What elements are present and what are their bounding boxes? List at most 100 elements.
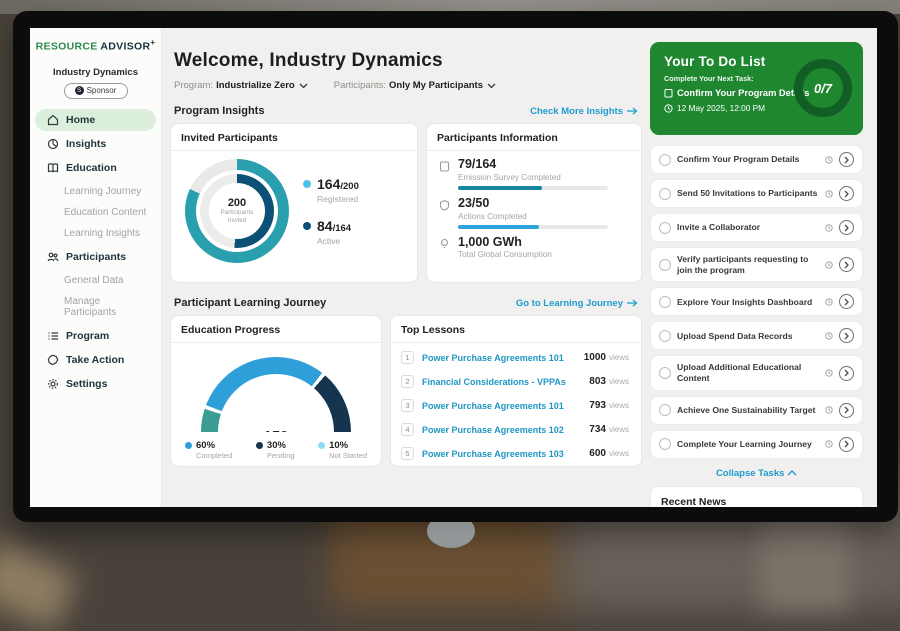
go-to-learning-journey-link[interactable]: Go to Learning Journey: [516, 298, 638, 309]
sidebar: RESOURCE ADVISOR+ Industry Dynamics S Sp…: [30, 28, 162, 507]
sidebar-item-insights[interactable]: Insights: [35, 133, 156, 155]
check-more-insights-link[interactable]: Check More Insights: [530, 106, 638, 117]
lesson-link[interactable]: Power Purchase Agreements 102: [422, 425, 589, 435]
program-filter-label: Program:: [174, 80, 213, 91]
lesson-row: 5 Power Purchase Agreements 103 600 view…: [391, 439, 641, 463]
sidebar-item-learning-journey[interactable]: Learning Journey: [30, 181, 161, 202]
gauge-legend: 60% Completed 30% Pending 10% Not Starte…: [171, 432, 381, 460]
lightbulb-icon: [439, 238, 450, 260]
sidebar-item-education-content[interactable]: Education Content: [30, 202, 161, 223]
card-title: Invited Participants: [171, 124, 417, 151]
section-title-learning-journey: Participant Learning Journey: [174, 297, 326, 309]
legend-dot: [303, 222, 311, 230]
monitor-frame: RESOURCE ADVISOR+ Industry Dynamics S Sp…: [13, 11, 898, 522]
legend-pct: 60%: [196, 440, 232, 451]
info-label: Emission Survey Completed: [458, 173, 608, 182]
sidebar-item-learning-insights[interactable]: Learning Insights: [30, 223, 161, 244]
sidebar-item-label: Take Action: [66, 354, 124, 366]
chevron-right-icon[interactable]: [839, 152, 854, 167]
clock-icon: [825, 332, 833, 340]
task-checkbox[interactable]: [659, 330, 671, 342]
lesson-link[interactable]: Financial Considerations - VPPAs: [422, 377, 589, 387]
task-checkbox[interactable]: [659, 259, 671, 271]
info-label: Actions Completed: [458, 212, 608, 221]
task-checkbox[interactable]: [659, 438, 671, 450]
chevron-right-icon[interactable]: [839, 257, 854, 272]
legend-total: /200: [340, 181, 359, 192]
legend-dot: [185, 442, 192, 449]
info-row-consumption: 1,000 GWh Total Global Consumption: [427, 229, 641, 260]
chevron-right-icon[interactable]: [839, 294, 854, 309]
gauge-center-value: 150: [263, 428, 288, 432]
task-item[interactable]: Explore Your Insights Dashboard: [650, 287, 863, 316]
legend-dot: [256, 442, 263, 449]
task-item[interactable]: Verify participants requesting to join t…: [650, 247, 863, 282]
lesson-rank: 3: [401, 399, 414, 412]
chevron-right-icon[interactable]: [839, 437, 854, 452]
clock-icon: [825, 224, 833, 232]
invited-participants-donut-chart: 200 Participants Invited: [185, 159, 289, 263]
task-checkbox[interactable]: [659, 296, 671, 308]
card-title: Participants Information: [427, 124, 641, 151]
home-icon: [47, 114, 59, 126]
lesson-row: 2 Financial Considerations - VPPAs 803 v…: [391, 367, 641, 391]
sidebar-item-general-data[interactable]: General Data: [30, 270, 161, 291]
program-filter[interactable]: Program: Industrialize Zero: [174, 80, 308, 91]
filter-bar: Program: Industrialize Zero Participants…: [174, 80, 642, 91]
invited-participants-card: Invited Participants 200 Participants In…: [170, 123, 418, 283]
task-checkbox[interactable]: [659, 188, 671, 200]
collapse-tasks-link[interactable]: Collapse Tasks: [650, 468, 863, 479]
legend-total: /164: [333, 223, 352, 234]
arrow-right-icon: [627, 107, 638, 115]
sidebar-item-settings[interactable]: Settings: [35, 373, 156, 395]
task-item[interactable]: Complete Your Learning Journey: [650, 430, 863, 459]
task-item[interactable]: Confirm Your Program Details: [650, 145, 863, 174]
task-label: Upload Spend Data Records: [677, 331, 819, 342]
lesson-link[interactable]: Power Purchase Agreements 101: [422, 353, 584, 363]
chevron-right-icon[interactable]: [839, 328, 854, 343]
clipboard-icon: [439, 160, 450, 190]
chevron-right-icon[interactable]: [839, 366, 854, 381]
task-checkbox[interactable]: [659, 404, 671, 416]
lesson-row: 3 Power Purchase Agreements 101 793 view…: [391, 391, 641, 415]
lesson-rank: 5: [401, 447, 414, 460]
legend-active: 84/164 Active: [303, 218, 359, 246]
chevron-right-icon[interactable]: [839, 403, 854, 418]
sidebar-item-label: Program: [66, 330, 109, 342]
task-item[interactable]: Invite a Collaborator: [650, 213, 863, 242]
sidebar-item-education[interactable]: Education: [35, 157, 156, 179]
card-title: Top Lessons: [391, 316, 641, 343]
section-title-program-insights: Program Insights: [174, 105, 264, 117]
task-item[interactable]: Upload Spend Data Records: [650, 321, 863, 350]
clock-icon: [825, 440, 833, 448]
legend-pct: 10%: [329, 440, 367, 451]
task-item[interactable]: Upload Additional Educational Content: [650, 355, 863, 390]
task-checkbox[interactable]: [659, 367, 671, 379]
sidebar-item-home[interactable]: Home: [35, 109, 156, 131]
task-item[interactable]: Send 50 Invitations to Participants: [650, 179, 863, 208]
chevron-up-icon: [787, 470, 797, 476]
participants-filter[interactable]: Participants: Only My Participants: [334, 80, 496, 91]
info-row-actions: 23/50 Actions Completed: [427, 190, 641, 229]
task-label: Upload Additional Educational Content: [677, 362, 819, 383]
task-item[interactable]: Achieve One Sustainability Target: [650, 396, 863, 425]
lesson-link[interactable]: Power Purchase Agreements 103: [422, 449, 589, 459]
task-label: Invite a Collaborator: [677, 222, 819, 233]
card-title: Education Progress: [171, 316, 381, 343]
chevron-right-icon[interactable]: [839, 186, 854, 201]
sponsor-badge[interactable]: S Sponsor: [64, 83, 128, 99]
actions-progress-bar: [458, 225, 608, 229]
task-checkbox[interactable]: [659, 154, 671, 166]
sidebar-item-program[interactable]: Program: [35, 325, 156, 347]
chevron-right-icon[interactable]: [839, 220, 854, 235]
sidebar-item-participants[interactable]: Participants: [35, 246, 156, 268]
info-value: 23/50: [458, 197, 608, 211]
lesson-rank: 2: [401, 375, 414, 388]
legend-label: Completed: [196, 451, 232, 460]
sidebar-item-manage-participants[interactable]: Manage Participants: [30, 291, 161, 323]
org-name: Industry Dynamics: [30, 67, 161, 78]
lesson-link[interactable]: Power Purchase Agreements 101: [422, 401, 589, 411]
main-content: Welcome, Industry Dynamics Program: Indu…: [162, 28, 647, 507]
sidebar-item-take-action[interactable]: Take Action: [35, 349, 156, 371]
task-checkbox[interactable]: [659, 222, 671, 234]
